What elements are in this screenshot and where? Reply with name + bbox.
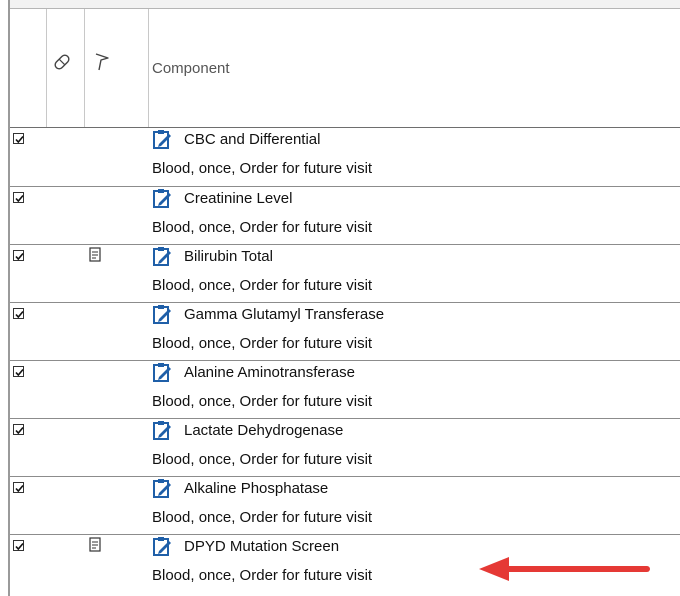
order-details: Blood, once, Order for future visit bbox=[152, 567, 373, 584]
order-details: Blood, once, Order for future visit bbox=[152, 335, 373, 352]
order-clipboard-icon bbox=[152, 478, 173, 499]
order-details: Blood, once, Order for future visit bbox=[152, 509, 373, 526]
order-row[interactable]: Alanine Aminotransferase Blood, once, Ord… bbox=[10, 360, 680, 418]
order-row[interactable]: Alkaline Phosphatase Blood, once, Order f… bbox=[10, 476, 680, 534]
order-clipboard-icon bbox=[152, 188, 173, 209]
note-icon[interactable] bbox=[88, 537, 102, 553]
orders-grid: Component CBC and Differential Blood, onc… bbox=[8, 0, 680, 596]
order-name[interactable]: Bilirubin Total bbox=[184, 248, 273, 265]
order-checkbox[interactable] bbox=[13, 308, 24, 319]
flag-icon[interactable] bbox=[90, 50, 114, 74]
order-checkbox[interactable] bbox=[13, 192, 24, 203]
order-details: Blood, once, Order for future visit bbox=[152, 451, 373, 468]
order-details: Blood, once, Order for future visit bbox=[152, 160, 373, 177]
pill-icon[interactable] bbox=[50, 50, 74, 74]
order-name[interactable]: Alkaline Phosphatase bbox=[184, 480, 328, 497]
order-row[interactable]: Gamma Glutamyl Transferase Blood, once, O… bbox=[10, 302, 680, 360]
order-checkbox[interactable] bbox=[13, 540, 24, 551]
order-row[interactable]: Creatinine Level Blood, once, Order for f… bbox=[10, 186, 680, 244]
order-clipboard-icon bbox=[152, 362, 173, 383]
note-icon[interactable] bbox=[88, 247, 102, 263]
order-row[interactable]: Bilirubin Total Blood, once, Order for fu… bbox=[10, 244, 680, 302]
column-divider bbox=[46, 9, 47, 127]
order-name[interactable]: Gamma Glutamyl Transferase bbox=[184, 306, 384, 323]
order-rows: CBC and Differential Blood, once, Order f… bbox=[10, 128, 680, 592]
order-checkbox[interactable] bbox=[13, 366, 24, 377]
order-details: Blood, once, Order for future visit bbox=[152, 277, 373, 294]
order-clipboard-icon bbox=[152, 304, 173, 325]
annotation-arrow-icon bbox=[479, 557, 650, 581]
order-name[interactable]: Lactate Dehydrogenase bbox=[184, 422, 343, 439]
order-row[interactable]: Lactate Dehydrogenase Blood, once, Order … bbox=[10, 418, 680, 476]
column-divider bbox=[84, 9, 85, 127]
order-clipboard-icon bbox=[152, 420, 173, 441]
top-strip bbox=[10, 0, 680, 9]
order-name[interactable]: CBC and Differential bbox=[184, 131, 320, 148]
order-name[interactable]: Creatinine Level bbox=[184, 190, 292, 207]
order-checkbox[interactable] bbox=[13, 424, 24, 435]
component-column-header[interactable]: Component bbox=[152, 60, 230, 77]
order-details: Blood, once, Order for future visit bbox=[152, 219, 373, 236]
order-clipboard-icon bbox=[152, 536, 173, 557]
order-checkbox[interactable] bbox=[13, 133, 24, 144]
order-name[interactable]: Alanine Aminotransferase bbox=[184, 364, 355, 381]
order-checkbox[interactable] bbox=[13, 250, 24, 261]
order-row[interactable]: CBC and Differential Blood, once, Order f… bbox=[10, 128, 680, 186]
order-clipboard-icon bbox=[152, 246, 173, 267]
column-divider bbox=[148, 9, 149, 127]
order-details: Blood, once, Order for future visit bbox=[152, 393, 373, 410]
order-name[interactable]: DPYD Mutation Screen bbox=[184, 538, 339, 555]
order-clipboard-icon bbox=[152, 129, 173, 150]
order-checkbox[interactable] bbox=[13, 482, 24, 493]
